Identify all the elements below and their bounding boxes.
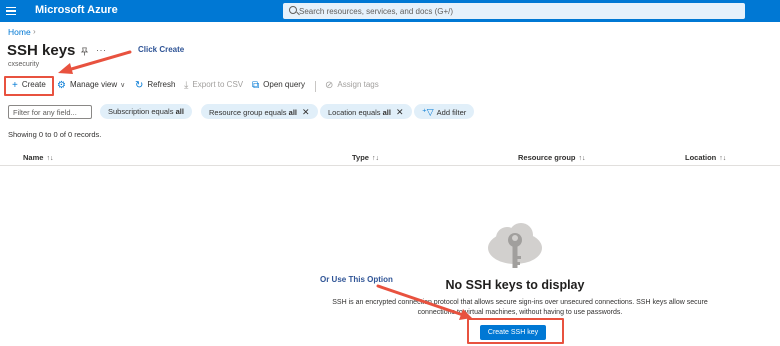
brand-title[interactable]: Microsoft Azure bbox=[35, 4, 118, 16]
command-bar: + Create ⚙ Manage view ∨ ↻ Refresh ⤓ Export t… bbox=[0, 76, 400, 96]
empty-state-title: No SSH keys to display bbox=[445, 278, 585, 292]
add-filter-button[interactable]: ⁺▽ Add filter bbox=[414, 104, 475, 119]
pill-label: Subscription equals bbox=[108, 107, 174, 116]
sort-icon: ↑↓ bbox=[371, 155, 379, 162]
hamburger-icon[interactable] bbox=[6, 7, 16, 16]
resource-group-filter-pill[interactable]: Resource group equals all ✕ bbox=[201, 104, 318, 119]
global-search[interactable] bbox=[283, 3, 745, 19]
tag-icon: ⊘ bbox=[325, 80, 334, 91]
subscription-filter-pill[interactable]: Subscription equals all bbox=[100, 104, 192, 119]
annotation-or-use-option: Or Use This Option bbox=[320, 275, 393, 284]
export-label: Export to CSV bbox=[192, 80, 244, 89]
annotation-arrows bbox=[58, 50, 472, 320]
breadcrumb-home[interactable]: Home bbox=[8, 27, 31, 37]
toolbar-divider bbox=[315, 81, 316, 92]
gear-icon: ⚙ bbox=[57, 80, 66, 91]
manage-view-label: Manage view bbox=[69, 80, 118, 89]
top-bar: Microsoft Azure bbox=[0, 0, 780, 22]
pill-value: all bbox=[382, 108, 391, 117]
record-count: Showing 0 to 0 of 0 records. bbox=[8, 130, 102, 139]
search-icon bbox=[289, 6, 297, 14]
breadcrumb-separator: › bbox=[33, 27, 36, 36]
close-icon[interactable]: ✕ bbox=[396, 107, 404, 117]
pin-icon[interactable] bbox=[80, 47, 89, 58]
query-icon: ⧉ bbox=[252, 80, 260, 91]
close-icon[interactable]: ✕ bbox=[302, 107, 310, 117]
empty-state-description: SSH is an encrypted connection protocol … bbox=[332, 299, 708, 316]
annotation-click-create: Click Create bbox=[138, 45, 185, 54]
assign-tags-label: Assign tags bbox=[337, 80, 379, 89]
create-button[interactable]: + Create bbox=[12, 80, 46, 91]
more-options-button[interactable]: ··· bbox=[96, 45, 107, 55]
page-subtitle: cxsecurity bbox=[8, 61, 40, 68]
sort-icon: ↑↓ bbox=[719, 155, 727, 162]
column-header-name[interactable]: Name ↑↓ bbox=[23, 153, 53, 162]
column-header-label: Name bbox=[23, 153, 44, 162]
plus-icon: + bbox=[12, 80, 18, 91]
manage-view-button[interactable]: ⚙ Manage view ∨ bbox=[57, 80, 125, 91]
table-header: Name ↑↓ Type ↑↓ Resource group ↑↓ Location ↑… bbox=[0, 148, 780, 166]
page-title: SSH keys bbox=[7, 42, 76, 59]
column-header-type[interactable]: Type ↑↓ bbox=[352, 153, 379, 162]
filter-field[interactable] bbox=[8, 105, 92, 119]
create-label: Create bbox=[21, 80, 46, 89]
refresh-button[interactable]: ↻ Refresh bbox=[135, 80, 175, 91]
chevron-down-icon: ∨ bbox=[120, 82, 126, 89]
location-filter-pill[interactable]: Location equals all ✕ bbox=[320, 104, 412, 119]
column-header-label: Type bbox=[352, 153, 369, 162]
search-input[interactable] bbox=[299, 3, 739, 19]
export-csv-button[interactable]: ⤓ Export to CSV bbox=[184, 80, 243, 91]
open-query-button[interactable]: ⧉ Open query bbox=[252, 80, 305, 91]
sort-icon: ↑↓ bbox=[578, 155, 586, 162]
add-filter-label: Add filter bbox=[436, 108, 467, 117]
assign-tags-button[interactable]: ⊘ Assign tags bbox=[325, 80, 379, 91]
sort-icon: ↑↓ bbox=[46, 155, 54, 162]
column-header-label: Resource group bbox=[518, 153, 576, 162]
download-icon: ⤓ bbox=[184, 80, 189, 91]
column-header-location[interactable]: Location ↑↓ bbox=[685, 153, 726, 162]
pill-value: all bbox=[288, 108, 297, 117]
open-query-label: Open query bbox=[263, 80, 305, 89]
column-header-label: Location bbox=[685, 153, 717, 162]
add-filter-icon: ⁺▽ bbox=[422, 107, 434, 117]
pill-value: all bbox=[175, 107, 184, 116]
cloud-key-icon bbox=[485, 222, 545, 274]
pill-label: Resource group equals bbox=[209, 108, 287, 117]
create-ssh-key-button[interactable]: Create SSH key bbox=[480, 325, 546, 340]
column-header-resource-group[interactable]: Resource group ↑↓ bbox=[518, 153, 586, 162]
refresh-icon: ↻ bbox=[135, 80, 144, 91]
pill-label: Location equals bbox=[328, 108, 381, 117]
refresh-label: Refresh bbox=[147, 80, 176, 89]
